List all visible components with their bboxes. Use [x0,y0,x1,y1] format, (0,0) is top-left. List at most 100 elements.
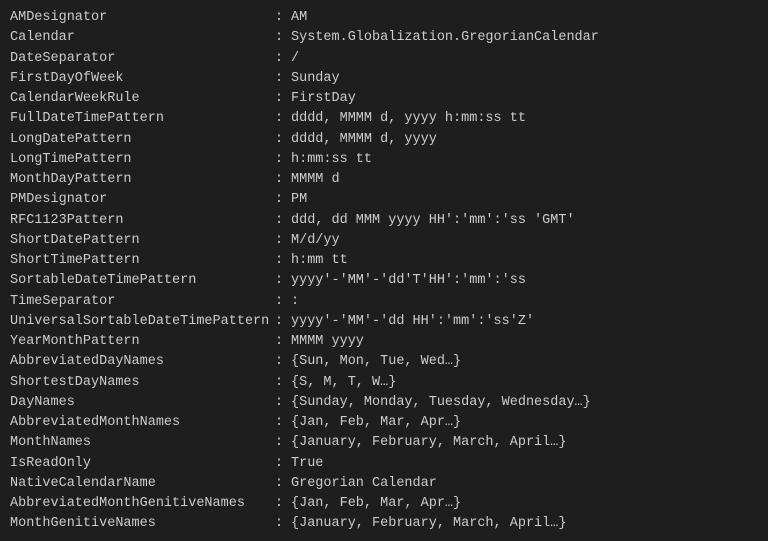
property-row: PMDesignator:PM [10,190,758,210]
property-row: TimeSeparator:: [10,292,758,312]
property-row: DayNames:{Sunday, Monday, Tuesday, Wedne… [10,393,758,413]
property-name: ShortDatePattern [10,231,275,251]
separator: : [275,109,291,129]
property-row: ShortestDayNames:{S, M, T, W…} [10,373,758,393]
property-value: Gregorian Calendar [291,474,437,494]
property-row: MonthGenitiveNames:{January, February, M… [10,514,758,534]
separator: : [275,130,291,150]
property-value: h:mm:ss tt [291,150,372,170]
property-name: LongTimePattern [10,150,275,170]
property-name: SortableDateTimePattern [10,271,275,291]
property-row: RFC1123Pattern:ddd, dd MMM yyyy HH':'mm'… [10,211,758,231]
property-name: YearMonthPattern [10,332,275,352]
property-row: AbbreviatedMonthNames:{Jan, Feb, Mar, Ap… [10,413,758,433]
property-row: CalendarWeekRule:FirstDay [10,89,758,109]
property-row: ShortDatePattern:M/d/yy [10,231,758,251]
property-name: TimeSeparator [10,292,275,312]
property-value: yyyy'-'MM'-'dd'T'HH':'mm':'ss [291,271,526,291]
property-value: AM [291,8,307,28]
property-name: PMDesignator [10,190,275,210]
property-value: / [291,49,299,69]
property-name: Calendar [10,28,275,48]
separator: : [275,494,291,514]
separator: : [275,312,291,332]
separator: : [275,292,291,312]
property-row: Calendar:System.Globalization.GregorianC… [10,28,758,48]
property-name: ShortTimePattern [10,251,275,271]
property-name: FirstDayOfWeek [10,69,275,89]
property-name: LongDatePattern [10,130,275,150]
separator: : [275,89,291,109]
property-name: UniversalSortableDateTimePattern [10,312,275,332]
separator: : [275,170,291,190]
property-name: AbbreviatedMonthGenitiveNames [10,494,275,514]
property-value: M/d/yy [291,231,340,251]
separator: : [275,8,291,28]
property-name: ShortestDayNames [10,373,275,393]
property-value: {January, February, March, April…} [291,514,566,534]
property-value: System.Globalization.GregorianCalendar [291,28,599,48]
property-name: MonthGenitiveNames [10,514,275,534]
property-row: FullDateTimePattern:dddd, MMMM d, yyyy h… [10,109,758,129]
property-name: IsReadOnly [10,454,275,474]
property-value: MMMM yyyy [291,332,364,352]
terminal-output: AMDesignator:AMCalendar:System.Globaliza… [10,8,758,535]
property-name: NativeCalendarName [10,474,275,494]
property-value: {Sun, Mon, Tue, Wed…} [291,352,461,372]
property-value: FirstDay [291,89,356,109]
separator: : [275,69,291,89]
separator: : [275,474,291,494]
property-name: FullDateTimePattern [10,109,275,129]
separator: : [275,49,291,69]
property-row: FirstDayOfWeek:Sunday [10,69,758,89]
property-value: True [291,454,323,474]
separator: : [275,413,291,433]
property-row: SortableDateTimePattern:yyyy'-'MM'-'dd'T… [10,271,758,291]
property-value: {Sunday, Monday, Tuesday, Wednesday…} [291,393,591,413]
separator: : [275,211,291,231]
property-row: ShortTimePattern:h:mm tt [10,251,758,271]
separator: : [275,454,291,474]
property-row: DateSeparator:/ [10,49,758,69]
property-row: YearMonthPattern:MMMM yyyy [10,332,758,352]
separator: : [275,514,291,534]
property-row: MonthDayPattern:MMMM d [10,170,758,190]
property-row: IsReadOnly:True [10,454,758,474]
property-row: AbbreviatedMonthGenitiveNames:{Jan, Feb,… [10,494,758,514]
property-row: LongDatePattern:dddd, MMMM d, yyyy [10,130,758,150]
separator: : [275,373,291,393]
property-value: MMMM d [291,170,340,190]
separator: : [275,190,291,210]
property-name: AMDesignator [10,8,275,28]
property-name: DateSeparator [10,49,275,69]
property-value: dddd, MMMM d, yyyy h:mm:ss tt [291,109,526,129]
property-value: h:mm tt [291,251,348,271]
property-name: AbbreviatedMonthNames [10,413,275,433]
separator: : [275,150,291,170]
separator: : [275,251,291,271]
separator: : [275,231,291,251]
separator: : [275,393,291,413]
property-value: dddd, MMMM d, yyyy [291,130,437,150]
separator: : [275,433,291,453]
separator: : [275,28,291,48]
property-value: {Jan, Feb, Mar, Apr…} [291,494,461,514]
property-value: PM [291,190,307,210]
property-row: LongTimePattern:h:mm:ss tt [10,150,758,170]
property-value: {S, M, T, W…} [291,373,396,393]
property-name: CalendarWeekRule [10,89,275,109]
property-value: {January, February, March, April…} [291,433,566,453]
property-value: : [291,292,299,312]
property-row: MonthNames:{January, February, March, Ap… [10,433,758,453]
property-name: AbbreviatedDayNames [10,352,275,372]
property-value: {Jan, Feb, Mar, Apr…} [291,413,461,433]
separator: : [275,271,291,291]
property-name: MonthNames [10,433,275,453]
property-row: AbbreviatedDayNames:{Sun, Mon, Tue, Wed…… [10,352,758,372]
property-value: ddd, dd MMM yyyy HH':'mm':'ss 'GMT' [291,211,575,231]
property-value: yyyy'-'MM'-'dd HH':'mm':'ss'Z' [291,312,534,332]
property-name: MonthDayPattern [10,170,275,190]
separator: : [275,352,291,372]
property-name: DayNames [10,393,275,413]
property-row: AMDesignator:AM [10,8,758,28]
